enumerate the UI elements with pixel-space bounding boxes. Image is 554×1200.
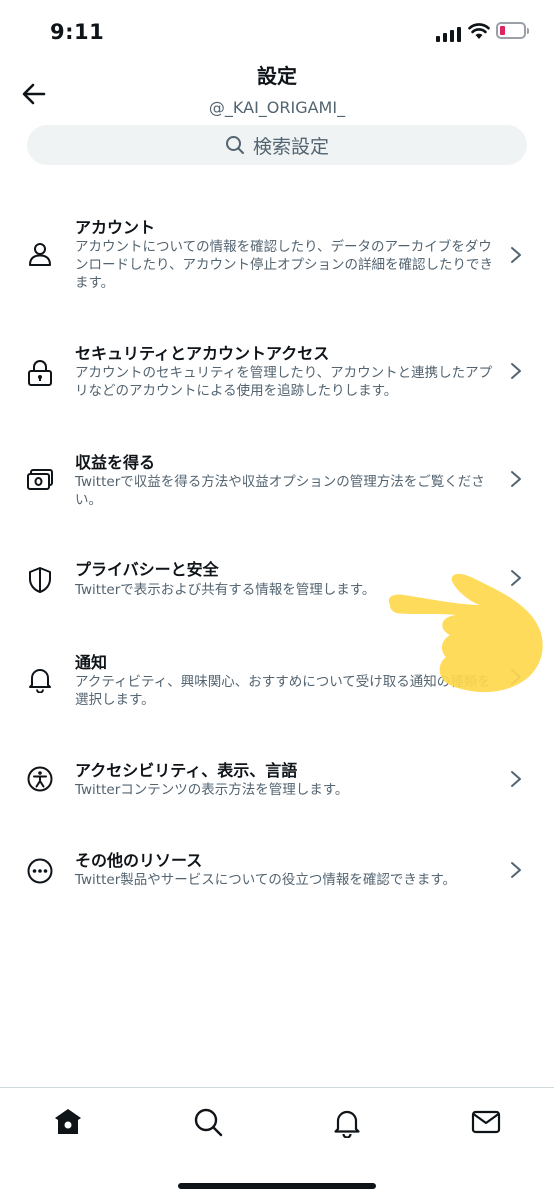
menu-item-account[interactable]: アカウント アカウントについての情報を確認したり、データのアーカイブをダウンロー… bbox=[0, 205, 554, 305]
menu-item-accessibility[interactable]: アクセシビリティ、表示、言語 Twitterコンテンツの表示方法を管理します。 bbox=[0, 755, 554, 805]
menu-item-security[interactable]: セキュリティとアカウントアクセス アカウントのセキュリティを管理したり、アカウン… bbox=[0, 335, 554, 415]
menu-item-description: Twitterで収益を得る方法や収益オプションの管理方法をご覧ください。 bbox=[75, 474, 485, 508]
bell-icon bbox=[29, 669, 51, 693]
menu-item-title: プライバシーと安全 bbox=[75, 560, 219, 579]
bottom-tab-bar bbox=[0, 1087, 554, 1158]
search-icon bbox=[225, 136, 244, 154]
menu-item-title: 通知 bbox=[75, 653, 108, 672]
search-icon[interactable] bbox=[192, 1106, 224, 1138]
page-title: 設定 bbox=[257, 64, 297, 88]
wifi-icon bbox=[468, 23, 490, 39]
menu-item-monetization[interactable]: 収益を得る Twitterで収益を得る方法や収益オプションの管理方法をご覧くださ… bbox=[0, 445, 554, 520]
signal-icon bbox=[436, 27, 461, 42]
lock-icon bbox=[28, 360, 52, 386]
accessibility-icon bbox=[27, 766, 53, 792]
chevron-right-icon bbox=[511, 862, 521, 878]
menu-item-title: アカウント bbox=[75, 218, 156, 237]
chevron-right-icon bbox=[511, 247, 521, 263]
chevron-right-icon bbox=[511, 363, 521, 379]
bell-icon[interactable] bbox=[331, 1106, 363, 1138]
menu-item-title: セキュリティとアカウントアクセス bbox=[75, 344, 330, 363]
pointing-hand-icon bbox=[388, 573, 543, 693]
mail-icon[interactable] bbox=[470, 1106, 502, 1138]
home-icon[interactable] bbox=[52, 1106, 84, 1138]
battery-icon bbox=[496, 22, 529, 39]
money-icon bbox=[27, 469, 53, 490]
menu-item-description: アカウントについての情報を確認したり、データのアーカイブをダウンロードしたり、ア… bbox=[75, 239, 493, 291]
menu-item-description: Twitterコンテンツの表示方法を管理します。 bbox=[75, 782, 349, 798]
search-placeholder: 検索設定 bbox=[252, 135, 329, 158]
account-handle: @_KAI_ORIGAMI_ bbox=[208, 98, 346, 117]
menu-item-title: その他のリソース bbox=[75, 851, 203, 870]
menu-item-title: 収益を得る bbox=[75, 453, 156, 472]
more-icon bbox=[27, 858, 53, 884]
search-input[interactable]: 検索設定 bbox=[27, 125, 527, 165]
chevron-right-icon bbox=[511, 771, 521, 787]
menu-item-description: アカウントのセキュリティを管理したり、アカウントと連携したアプリなどのアカウント… bbox=[75, 365, 493, 399]
status-time: 9:11 bbox=[50, 20, 105, 44]
menu-item-description: Twitter製品やサービスについての役立つ情報を確認できます。 bbox=[75, 872, 456, 888]
menu-item-resources[interactable]: その他のリソース Twitter製品やサービスについての役立つ情報を確認できます… bbox=[0, 845, 554, 895]
shield-icon bbox=[29, 567, 51, 593]
person-icon bbox=[29, 243, 51, 266]
menu-item-title: アクセシビリティ、表示、言語 bbox=[75, 761, 298, 780]
home-indicator bbox=[178, 1183, 376, 1189]
chevron-right-icon bbox=[511, 471, 521, 487]
